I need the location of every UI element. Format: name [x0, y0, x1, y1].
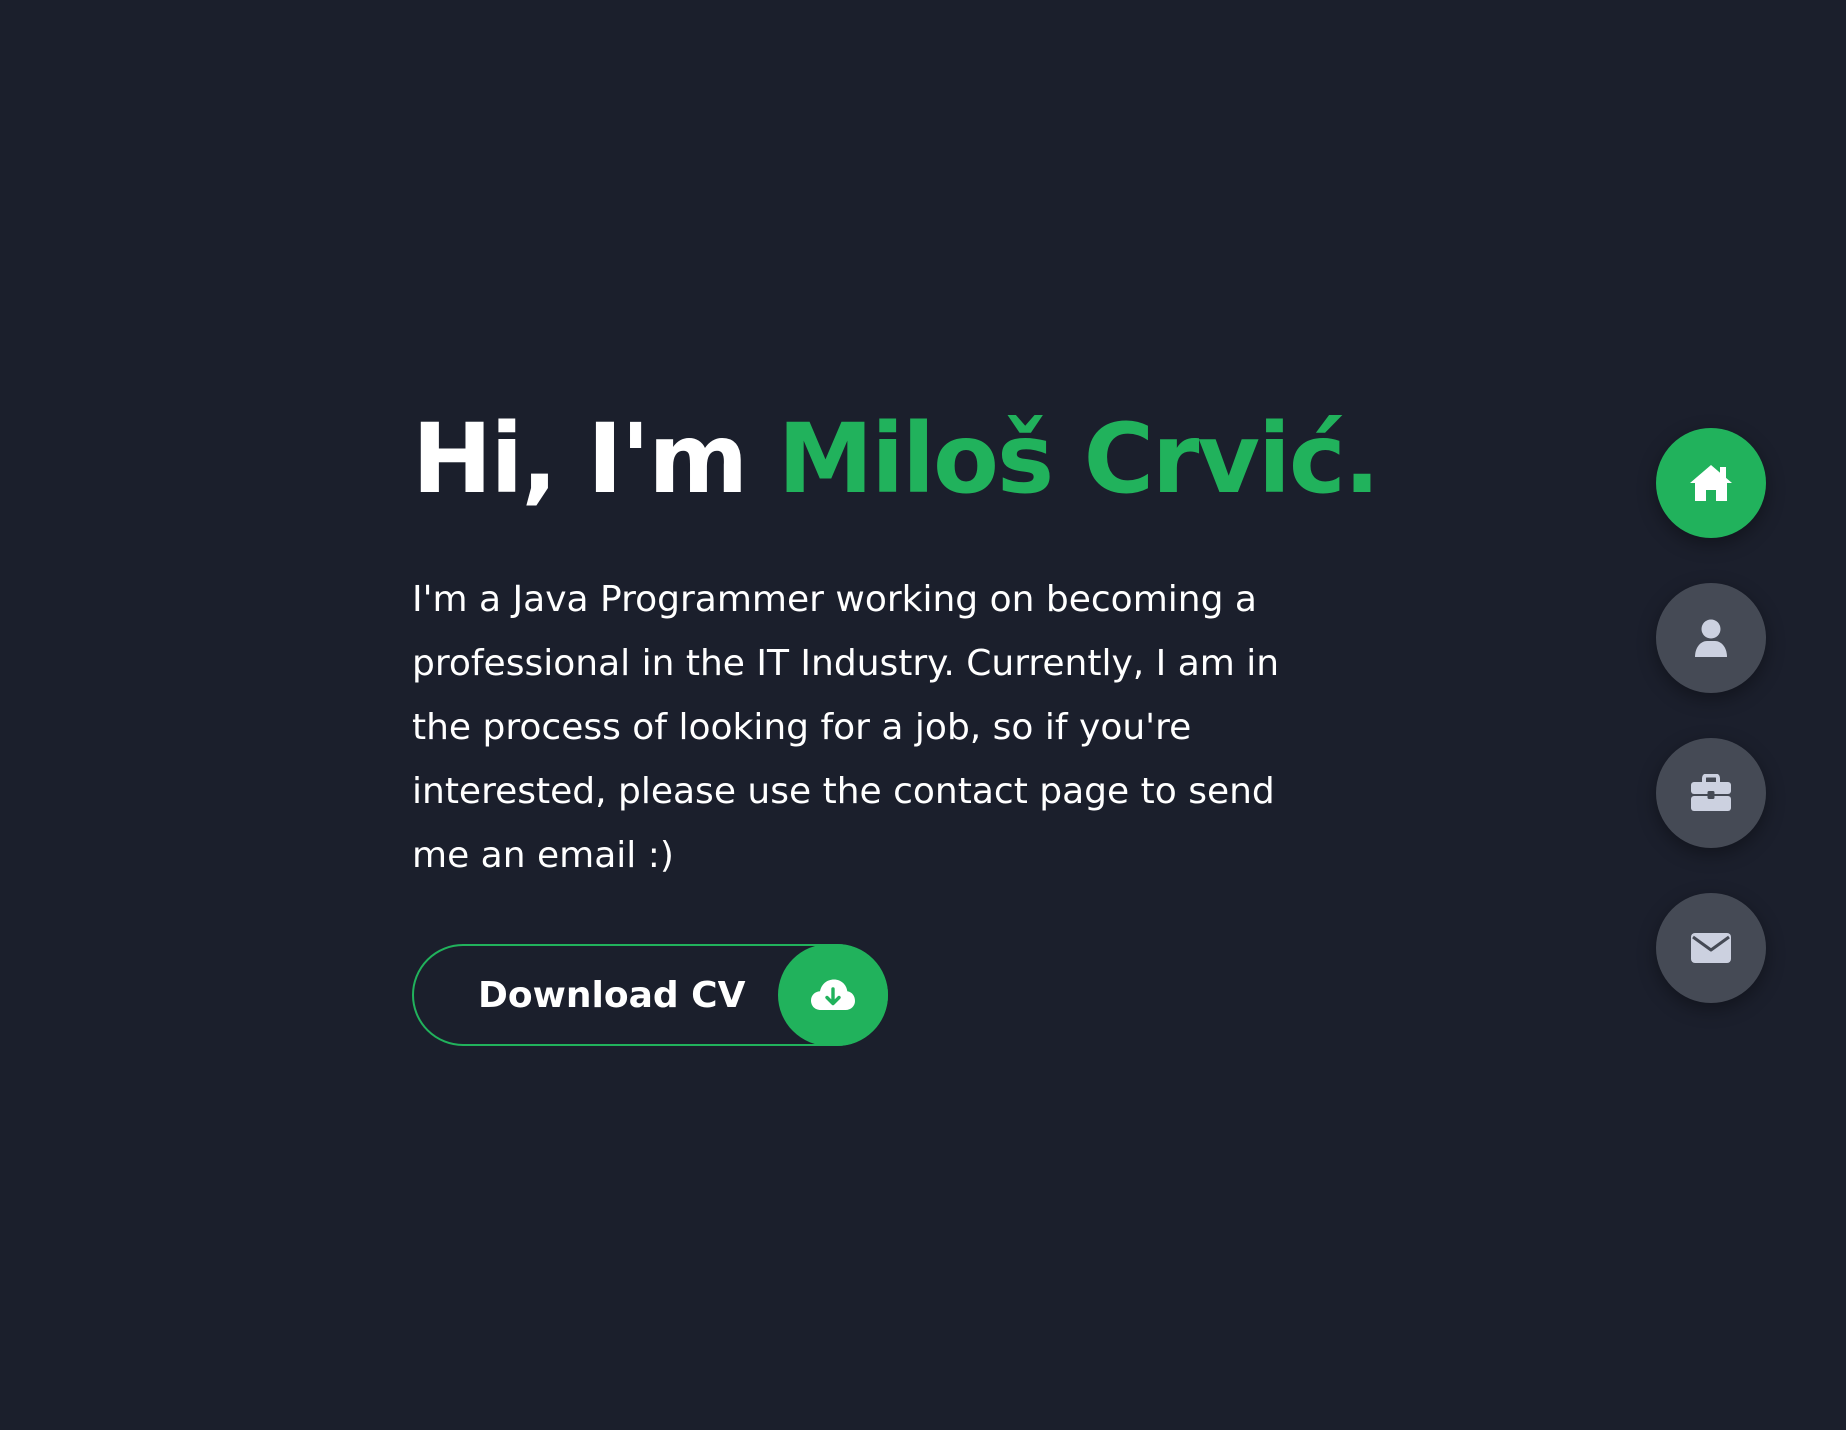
- briefcase-icon: [1690, 774, 1732, 812]
- nav-contact-button[interactable]: [1656, 893, 1766, 1003]
- hero-greeting: Hi, I'm: [412, 403, 778, 515]
- hero-title: Hi, I'm Miloš Crvić.: [412, 396, 1380, 522]
- hero-name: Miloš Crvić.: [777, 403, 1381, 515]
- home-icon: [1688, 463, 1734, 503]
- nav-home-button[interactable]: [1656, 428, 1766, 538]
- nav-portfolio-button[interactable]: [1656, 738, 1766, 848]
- cloud-download-icon: [778, 944, 888, 1046]
- envelope-icon: [1690, 932, 1732, 964]
- hero-description: I'm a Java Programmer working on becomin…: [412, 579, 1280, 876]
- user-icon: [1693, 618, 1729, 658]
- nav-about-button[interactable]: [1656, 583, 1766, 693]
- hero-section: Hi, I'm Miloš Crvić. I'm a Java Programm…: [412, 396, 1380, 888]
- download-cv-button[interactable]: Download CV: [412, 944, 888, 1046]
- side-nav: [1656, 428, 1766, 1048]
